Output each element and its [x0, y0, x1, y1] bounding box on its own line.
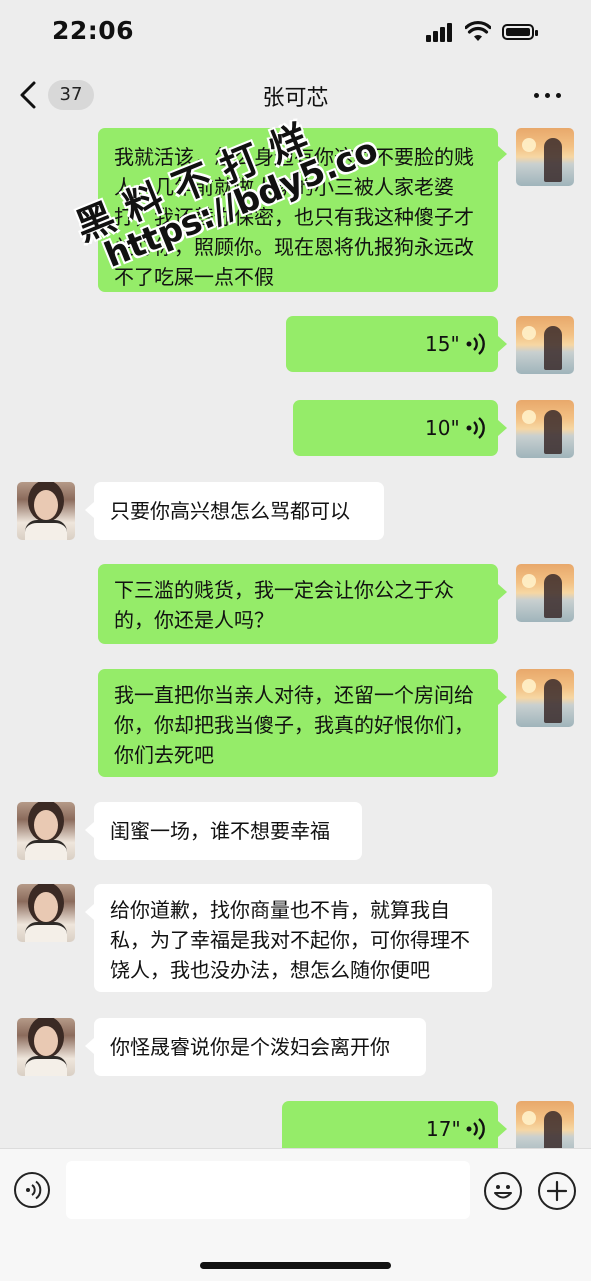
message-text: 你怪晟睿说你是个泼妇会离开你: [110, 1035, 390, 1059]
message-bubble[interactable]: 我一直把你当亲人对待，还留一个房间给你，你却把我当傻子，我真的好恨你们，你们去死…: [98, 669, 498, 777]
status-bar: 22:06: [0, 0, 591, 64]
smiley-icon: [494, 1185, 512, 1199]
voice-duration: 10": [425, 416, 460, 440]
voice-wave-icon: [466, 1118, 485, 1140]
message-bubble[interactable]: 你怪晟睿说你是个泼妇会离开你: [94, 1018, 426, 1076]
chat-header: 37 张可芯: [0, 64, 591, 126]
self-avatar[interactable]: [516, 400, 574, 458]
wifi-icon: [465, 20, 491, 41]
message-bubble[interactable]: 给你道歉，找你商量也不肯，就算我自私，为了幸福是我对不起你，可你得理不饶人，我也…: [94, 884, 492, 992]
voice-duration: 17": [426, 1117, 461, 1141]
more-options-button[interactable]: [530, 86, 566, 104]
message-row: 我一直把你当亲人对待，还留一个房间给你，你却把我当傻子，我真的好恨你们，你们去死…: [0, 669, 591, 779]
contact-avatar[interactable]: [17, 482, 75, 540]
message-row: 10": [0, 400, 591, 460]
message-row: 只要你高兴想怎么骂都可以: [0, 482, 591, 542]
message-bubble[interactable]: 闺蜜一场，谁不想要幸福: [94, 802, 362, 860]
message-list[interactable]: 我就活该，怎么身边有你这种不要脸的贱人，几年前就做人家的小三被人家老婆打，我还替…: [0, 126, 591, 1148]
status-time: 22:06: [52, 16, 135, 45]
message-row: 15": [0, 316, 591, 376]
message-text: 只要你高兴想怎么骂都可以: [110, 499, 350, 523]
voice-input-button[interactable]: [14, 1172, 50, 1208]
message-text: 下三滥的贱货，我一定会让你公之于众的，你还是人吗？: [114, 578, 454, 632]
message-bubble[interactable]: 只要你高兴想怎么骂都可以: [94, 482, 384, 540]
contact-avatar[interactable]: [17, 1018, 75, 1076]
self-avatar[interactable]: [516, 316, 574, 374]
message-row: 给你道歉，找你商量也不肯，就算我自私，为了幸福是我对不起你，可你得理不饶人，我也…: [0, 884, 591, 996]
more-functions-button[interactable]: [538, 1172, 576, 1210]
self-avatar[interactable]: [516, 564, 574, 622]
voice-wave-icon: [466, 333, 485, 355]
message-row: 我就活该，怎么身边有你这种不要脸的贱人，几年前就做人家的小三被人家老婆打，我还替…: [0, 126, 591, 296]
self-avatar[interactable]: [516, 669, 574, 727]
message-row: 你怪晟睿说你是个泼妇会离开你: [0, 1018, 591, 1078]
message-text: 给你道歉，找你商量也不肯，就算我自私，为了幸福是我对不起你，可你得理不饶人，我也…: [110, 898, 470, 982]
chat-input-bar: [0, 1148, 591, 1281]
message-bubble[interactable]: 我就活该，怎么身边有你这种不要脸的贱人，几年前就做人家的小三被人家老婆打，我还替…: [98, 128, 498, 292]
contact-avatar[interactable]: [17, 884, 75, 942]
message-input[interactable]: [66, 1161, 470, 1219]
self-avatar[interactable]: [516, 1101, 574, 1148]
home-indicator[interactable]: [200, 1262, 391, 1269]
more-dots-icon: [534, 93, 539, 98]
message-text: 我就活该，怎么身边有你这种不要脸的贱人，几年前就做人家的小三被人家老婆打，我还替…: [114, 145, 474, 289]
chat-title: 张可芯: [262, 86, 329, 111]
message-row: 17": [0, 1101, 591, 1148]
cellular-signal-icon: [426, 22, 456, 42]
self-avatar[interactable]: [516, 128, 574, 186]
battery-icon: [502, 24, 538, 40]
message-bubble[interactable]: 下三滥的贱货，我一定会让你公之于众的，你还是人吗？: [98, 564, 498, 644]
message-row: 下三滥的贱货，我一定会让你公之于众的，你还是人吗？: [0, 564, 591, 648]
message-row: 闺蜜一场，谁不想要幸福: [0, 802, 591, 862]
voice-input-icon: [26, 1180, 42, 1200]
emoji-button[interactable]: [484, 1172, 522, 1210]
voice-duration: 15": [425, 332, 460, 356]
message-text: 我一直把你当亲人对待，还留一个房间给你，你却把我当傻子，我真的好恨你们，你们去死…: [114, 683, 474, 767]
contact-avatar[interactable]: [17, 802, 75, 860]
voice-wave-icon: [466, 417, 485, 439]
plus-icon: [546, 1180, 568, 1202]
message-text: 闺蜜一场，谁不想要幸福: [110, 819, 330, 843]
